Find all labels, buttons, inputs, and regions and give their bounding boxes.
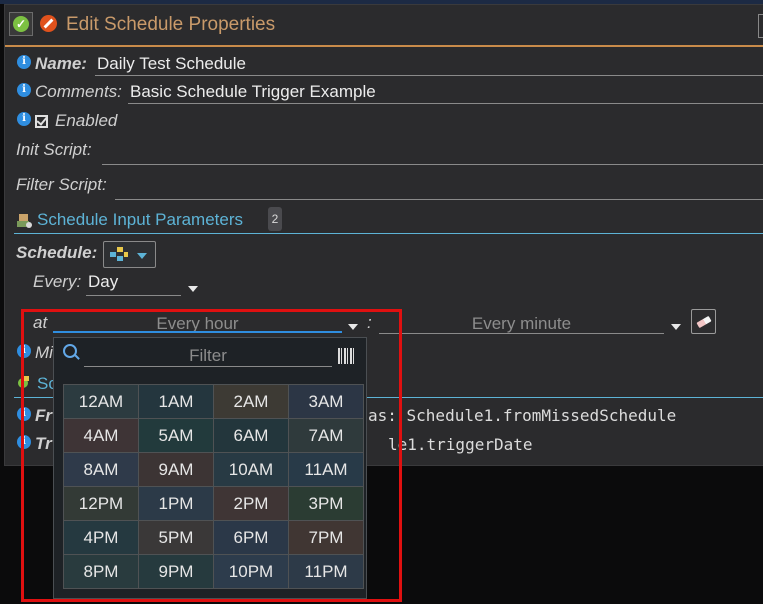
filter-script-underline — [115, 199, 763, 200]
trigger-date-expression: le1.triggerDate — [388, 435, 533, 454]
chevron-down-icon — [137, 253, 147, 259]
comments-label: Comments: — [35, 82, 122, 101]
ok-button[interactable]: ✓ — [9, 12, 33, 36]
comments-underline — [128, 103, 763, 104]
comments-field[interactable]: Basic Schedule Trigger Example — [130, 82, 376, 102]
every-select[interactable]: Day — [88, 272, 118, 292]
every-label: Every: — [33, 272, 82, 291]
dialog-title: Edit Schedule Properties — [66, 14, 276, 35]
info-icon[interactable]: i — [17, 55, 31, 69]
no-entry-icon — [40, 15, 57, 32]
info-icon[interactable]: i — [17, 83, 31, 97]
highlight-box — [21, 309, 402, 602]
init-script-label: Init Script: — [16, 140, 92, 159]
section-title[interactable]: Schedule Input Parameters — [37, 210, 243, 230]
enabled-label: Enabled — [55, 111, 118, 130]
from-missed-expression: as: Schedule1.fromMissedSchedule — [368, 406, 677, 425]
name-underline — [95, 75, 763, 76]
every-underline — [86, 295, 181, 296]
eraser-icon[interactable] — [691, 309, 716, 334]
name-field[interactable]: Daily Test Schedule — [97, 54, 246, 74]
init-script-underline — [102, 164, 763, 165]
minute-select[interactable]: Every minute — [379, 314, 664, 334]
schedule-label: Schedule: — [16, 243, 98, 262]
dialog-titlebar: ✓ Edit Schedule Properties — [5, 5, 763, 47]
section-divider — [14, 233, 763, 234]
filter-script-label: Filter Script: — [16, 175, 107, 194]
schedule-type-button[interactable] — [103, 241, 156, 268]
chevron-down-icon[interactable] — [671, 324, 681, 330]
checkmark-icon: ✓ — [13, 16, 29, 32]
cancel-button[interactable] — [37, 12, 61, 36]
info-icon[interactable]: i — [17, 112, 31, 126]
enabled-checkbox[interactable] — [35, 115, 48, 128]
name-label: Name: — [35, 54, 87, 73]
parameters-icon — [17, 214, 32, 228]
window-control[interactable] — [758, 14, 763, 38]
parameter-count-badge: 2 — [268, 207, 282, 231]
schedule-tree-icon — [110, 247, 128, 261]
minute-underline — [379, 333, 664, 334]
chevron-down-icon[interactable] — [188, 286, 198, 292]
